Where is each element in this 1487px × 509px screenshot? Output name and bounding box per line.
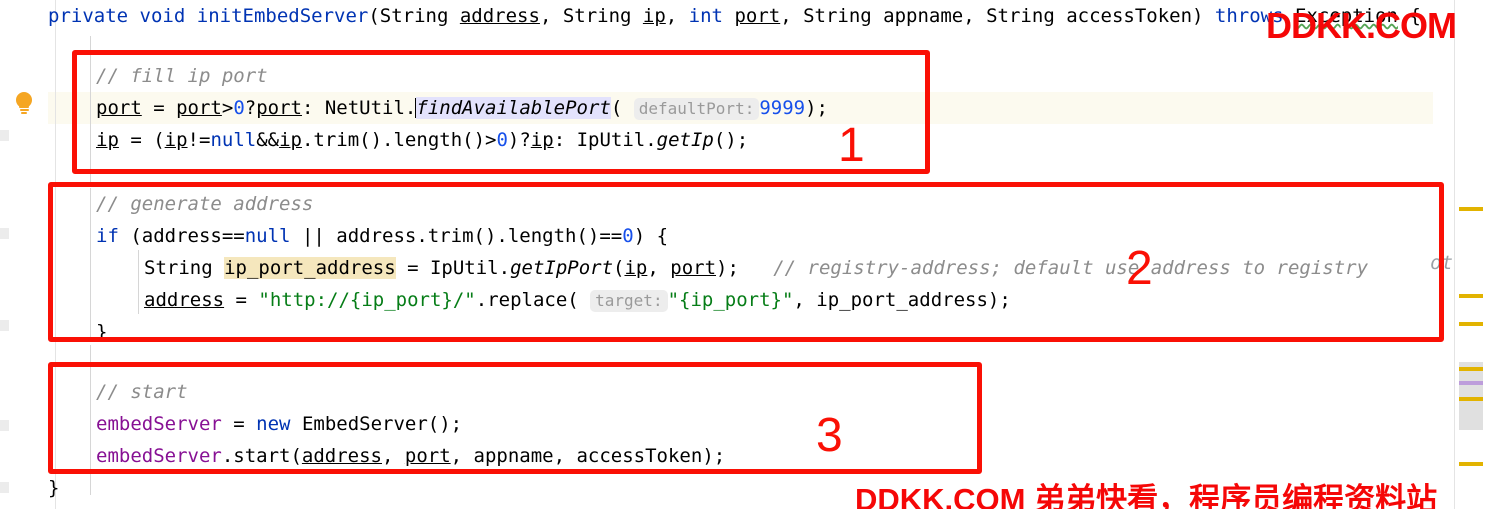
gutter-separator	[55, 0, 56, 509]
watermark-top-right: DDKK.COM	[1266, 5, 1457, 46]
warning-mark[interactable]	[1459, 462, 1483, 466]
code-line-new-embedserver[interactable]: embedServer = new EmbedServer();	[96, 408, 462, 440]
method-getIpPort: getIpPort	[510, 257, 614, 279]
indent-guide	[90, 188, 91, 338]
arg-ip: ip	[624, 257, 648, 279]
screenshot-root: private void initEmbedServer(String addr…	[0, 0, 1487, 509]
comment-fill-ip-port: // fill ip port	[96, 65, 268, 87]
kw-null-2: null	[244, 225, 291, 247]
warning-mark[interactable]	[1459, 207, 1483, 211]
arg-port: port	[670, 257, 717, 279]
gutter-edge-mark	[0, 482, 9, 493]
warning-mark[interactable]	[1459, 367, 1483, 371]
arg-address: address	[301, 445, 382, 467]
marker-gutter[interactable]	[1455, 0, 1487, 509]
comment-generate-address: // generate address	[96, 193, 314, 215]
code-editor-surface[interactable]: private void initEmbedServer(String addr…	[0, 0, 1487, 509]
code-line-if-close: }	[96, 321, 108, 343]
literal-9999: 9999	[759, 97, 806, 119]
var-port-ref2: port	[256, 97, 302, 119]
annotation-number-3: 3	[816, 409, 843, 462]
lightbulb-base-2	[19, 109, 29, 111]
kw-if: if	[96, 225, 119, 247]
warning-mark[interactable]	[1459, 397, 1483, 401]
param-port: port	[734, 5, 781, 27]
lightbulb-base-3	[21, 112, 27, 114]
code-line-ip-port-address[interactable]: String ip_port_address = IpUtil.getIpPor…	[144, 252, 1368, 284]
annotation-number-2: 2	[1126, 242, 1153, 295]
gutter-edge-mark	[0, 320, 9, 331]
lightbulb-icon[interactable]	[14, 92, 34, 114]
literal-zero-2: 0	[496, 129, 508, 151]
method-name: initEmbedServer	[196, 5, 369, 27]
code-line-if[interactable]: if (address==null || address.trim().leng…	[96, 220, 668, 252]
indent-guide	[90, 36, 91, 186]
lightbulb-base-1	[19, 106, 29, 108]
indent-guide-nested	[138, 250, 139, 314]
var-address: address	[144, 289, 225, 311]
comment-start: // start	[96, 381, 188, 403]
var-ip-ref3: ip	[530, 129, 554, 151]
kw-void: void	[139, 5, 186, 27]
arg-port-2: port	[404, 445, 451, 467]
string-http-template: "http://{ip_port}/"	[258, 289, 476, 311]
method-getIp: getIp	[656, 129, 714, 151]
var-ip-ref2: ip	[279, 129, 302, 151]
param-hint-target: target:	[590, 290, 668, 312]
var-ip: ip	[96, 129, 119, 151]
param-ip: ip	[642, 5, 666, 27]
trailing-comment-registry: // registry-address; default use address…	[738, 257, 1369, 279]
string-ip-port-token: "{ip_port}"	[667, 289, 794, 311]
code-line-method-close: }	[48, 477, 60, 499]
code-line-port-assign[interactable]: port = port>0?port: NetUtil.findAvailabl…	[96, 92, 828, 125]
kw-new: new	[256, 413, 291, 435]
gutter-edge-mark	[0, 130, 9, 141]
kw-null: null	[210, 129, 257, 151]
code-line-signature[interactable]: private void initEmbedServer(String addr…	[48, 0, 1421, 32]
scrollbar-thumb[interactable]	[1459, 362, 1483, 430]
param-address: address	[459, 5, 540, 27]
var-ip-port-address: ip_port_address	[224, 257, 396, 279]
field-embedServer: embedServer	[96, 413, 222, 435]
var-port: port	[96, 97, 142, 119]
gutter-edge-mark	[0, 420, 9, 431]
warning-mark[interactable]	[1459, 294, 1483, 298]
editor-left-gutter[interactable]	[0, 0, 48, 509]
code-line-ip-assign[interactable]: ip = (ip!=null&&ip.trim().length()>0)?ip…	[96, 124, 748, 156]
warning-mark[interactable]	[1459, 322, 1483, 326]
kw-int: int	[688, 5, 723, 27]
gutter-edge-mark	[0, 228, 9, 239]
var-port-ref: port	[176, 97, 222, 119]
kw-private: private	[48, 5, 129, 27]
param-hint-defaultPort: defaultPort:	[633, 98, 760, 120]
watermark-bottom: DDKK.COM 弟弟快看，程序员编程资料站	[855, 482, 1438, 509]
literal-zero: 0	[233, 97, 245, 119]
code-line-embedserver-start[interactable]: embedServer.start(address, port, appname…	[96, 440, 725, 472]
occurrence-mark[interactable]	[1459, 381, 1483, 385]
field-embedServer-2: embedServer	[96, 445, 222, 467]
annotation-number-1: 1	[838, 119, 865, 172]
method-findAvailablePort: findAvailablePort	[416, 97, 611, 119]
literal-zero-3: 0	[622, 225, 634, 247]
code-line-address-replace[interactable]: address = "http://{ip_port}/".replace( t…	[144, 284, 1011, 317]
overflow-text: ot	[1430, 252, 1453, 274]
var-ip-ref: ip	[164, 129, 188, 151]
indent-guide	[90, 345, 91, 495]
